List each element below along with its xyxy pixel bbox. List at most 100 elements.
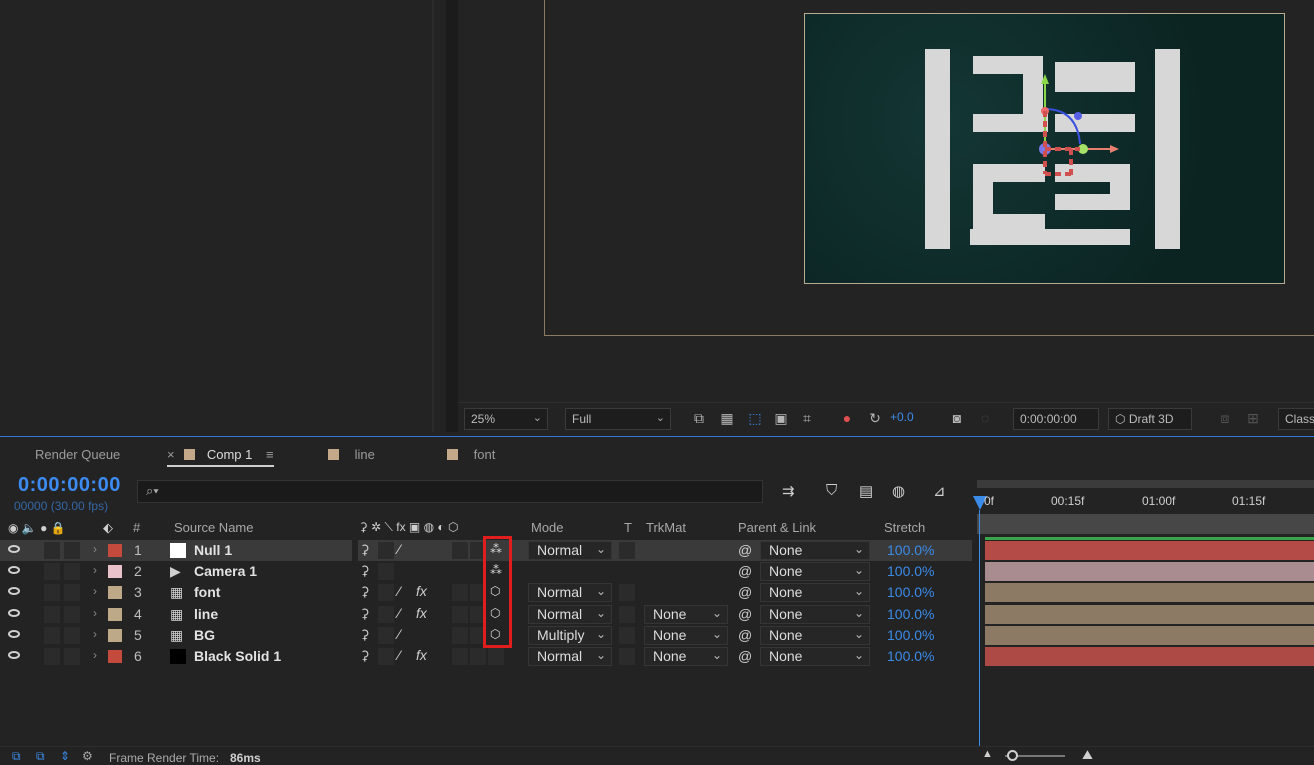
renderer-select[interactable]: ⬡ Draft 3D [1108, 408, 1192, 430]
collapse-switch[interactable] [378, 584, 394, 602]
visibility-eye-icon[interactable] [8, 629, 20, 638]
collapse-switch[interactable] [378, 648, 394, 665]
layer-duration-bar[interactable] [985, 562, 1314, 582]
label-color-chip[interactable] [108, 628, 122, 642]
parent-select[interactable]: None ⌄ [760, 562, 870, 582]
resolution-select[interactable]: Full ⌄ [565, 408, 671, 430]
pick-whip-icon[interactable]: @ [738, 584, 752, 600]
blend-mode-select[interactable]: Normal ⌄ [528, 541, 612, 560]
layer-duration-bar[interactable] [985, 583, 1314, 603]
graph-editor-icon[interactable]: ⊿ [933, 482, 946, 500]
collapse-switch[interactable] [378, 563, 394, 581]
quality-switch-icon[interactable]: ⁄ [398, 583, 400, 599]
quality-switch-icon[interactable]: ⁄ [398, 541, 400, 557]
fx-switch-icon[interactable]: fx [416, 605, 427, 621]
layer-duration-bar[interactable] [985, 647, 1314, 666]
quality-switch-icon[interactable]: ⁄ [398, 647, 400, 663]
stretch-value[interactable]: 100.0% [887, 627, 934, 643]
motion-blur-switch[interactable] [452, 542, 468, 559]
tab-comp-1[interactable]: × Comp 1 ≡ [167, 447, 274, 467]
tab-line[interactable]: line [328, 447, 375, 462]
adjustment-layer-switch[interactable] [470, 648, 486, 665]
layer-row[interactable]: › 6 Black Solid 1 ⚳ ⁄ fx Normal ⌄ None ⌄ @ None ⌄ 100… [0, 646, 972, 667]
shy-switch-icon[interactable]: ⚳ [360, 606, 370, 622]
3d-view-icon[interactable]: ⧈ [1216, 410, 1234, 427]
layer-name[interactable]: Null 1 [194, 542, 232, 558]
layer-duration-bar[interactable] [985, 625, 1314, 645]
collapse-switch[interactable] [378, 605, 394, 623]
toggle-in-out-icon[interactable]: ⇕ [60, 749, 70, 763]
layer-name[interactable]: BG [194, 627, 215, 643]
camera-snapshot-icon[interactable]: ◙ [948, 410, 966, 427]
motion-blur-switch[interactable] [452, 605, 468, 623]
shy-switch-icon[interactable]: ⚳ [360, 563, 370, 579]
pick-whip-icon[interactable]: @ [738, 648, 752, 664]
parent-select[interactable]: None ⌄ [760, 604, 870, 624]
column-header-source-name[interactable]: Source Name [174, 520, 253, 535]
close-icon[interactable]: × [167, 447, 175, 462]
pick-whip-icon[interactable]: @ [738, 606, 752, 622]
layer-name[interactable]: Black Solid 1 [194, 648, 281, 664]
grid-guides-icon[interactable]: ⌗ [798, 410, 816, 427]
color-channel-icon[interactable]: ● [838, 410, 856, 427]
exposure-value[interactable]: +0.0 [890, 410, 914, 424]
motion-blur-switch[interactable] [452, 626, 468, 644]
expand-chevron-icon[interactable]: › [93, 606, 97, 620]
current-time-display[interactable]: 0:00:00:00 [18, 474, 121, 497]
snapshot-region-icon[interactable]: ⧉ [690, 410, 708, 427]
parent-select[interactable]: None ⌄ [760, 647, 870, 666]
stretch-value[interactable]: 100.0% [887, 542, 934, 558]
lock-toggle[interactable] [64, 605, 80, 623]
lock-toggle[interactable] [64, 626, 80, 644]
preserve-transparency-toggle[interactable] [619, 626, 635, 644]
solo-toggle[interactable] [44, 648, 60, 665]
motion-blur-switch[interactable] [452, 648, 468, 665]
shy-switch-icon[interactable]: ⚳ [360, 648, 370, 664]
stretch-value[interactable]: 100.0% [887, 606, 934, 622]
tab-font[interactable]: font [447, 447, 495, 462]
preserve-transparency-toggle[interactable] [619, 584, 635, 602]
solo-toggle[interactable] [44, 563, 60, 581]
blend-mode-select[interactable]: Normal ⌄ [528, 647, 612, 666]
work-area-bar[interactable] [977, 480, 1314, 488]
solo-toggle[interactable] [44, 605, 60, 623]
visibility-eye-icon[interactable] [8, 608, 20, 617]
frame-blending-icon[interactable]: ▤ [859, 482, 873, 500]
quality-switch-icon[interactable]: ⁄ [398, 626, 400, 642]
shy-switch-icon[interactable]: ⚳ [360, 542, 370, 558]
zoom-in-icon[interactable]: ⛰ [1082, 747, 1093, 763]
solo-toggle[interactable] [44, 542, 60, 559]
zoom-select[interactable]: 25% ⌄ [464, 408, 548, 430]
layer-name[interactable]: line [194, 606, 218, 622]
layer-name[interactable]: Camera 1 [194, 563, 257, 579]
hamburger-menu-icon[interactable]: ≡ [266, 447, 274, 462]
label-color-chip[interactable] [108, 544, 122, 557]
lock-toggle[interactable] [64, 648, 80, 665]
safe-margins-icon[interactable]: ▣ [772, 410, 790, 427]
visibility-eye-icon[interactable] [8, 651, 20, 659]
expand-chevron-icon[interactable]: › [93, 627, 97, 641]
parent-select[interactable]: None ⌄ [760, 583, 870, 603]
blend-mode-select[interactable]: Normal ⌄ [528, 583, 612, 603]
track-matte-select[interactable]: None ⌄ [644, 647, 728, 666]
toggle-modes-icon[interactable]: ⧉ [36, 749, 45, 764]
transform-gizmo[interactable] [805, 14, 1285, 284]
tab-render-queue[interactable]: Render Queue [35, 447, 120, 462]
preserve-transparency-toggle[interactable] [619, 648, 635, 665]
transparency-grid-icon[interactable]: ▦ [718, 410, 736, 427]
expand-chevron-icon[interactable]: › [93, 563, 97, 577]
pick-whip-icon[interactable]: @ [738, 627, 752, 643]
label-color-chip[interactable] [108, 586, 122, 600]
lock-toggle[interactable] [64, 563, 80, 581]
stretch-value[interactable]: 100.0% [887, 648, 934, 664]
pick-whip-icon[interactable]: @ [738, 542, 752, 558]
label-color-chip[interactable] [108, 607, 122, 621]
track-matte-select[interactable]: None ⌄ [644, 625, 728, 645]
label-color-chip[interactable] [108, 565, 122, 579]
shy-switch-icon[interactable]: ⚳ [360, 627, 370, 643]
quality-switch-icon[interactable]: ⁄ [398, 605, 400, 621]
layer-name[interactable]: font [194, 584, 220, 600]
mask-path-icon[interactable]: ⬚ [746, 410, 764, 427]
preserve-transparency-toggle[interactable] [619, 542, 635, 559]
blend-mode-select[interactable]: Multiply ⌄ [528, 625, 612, 645]
